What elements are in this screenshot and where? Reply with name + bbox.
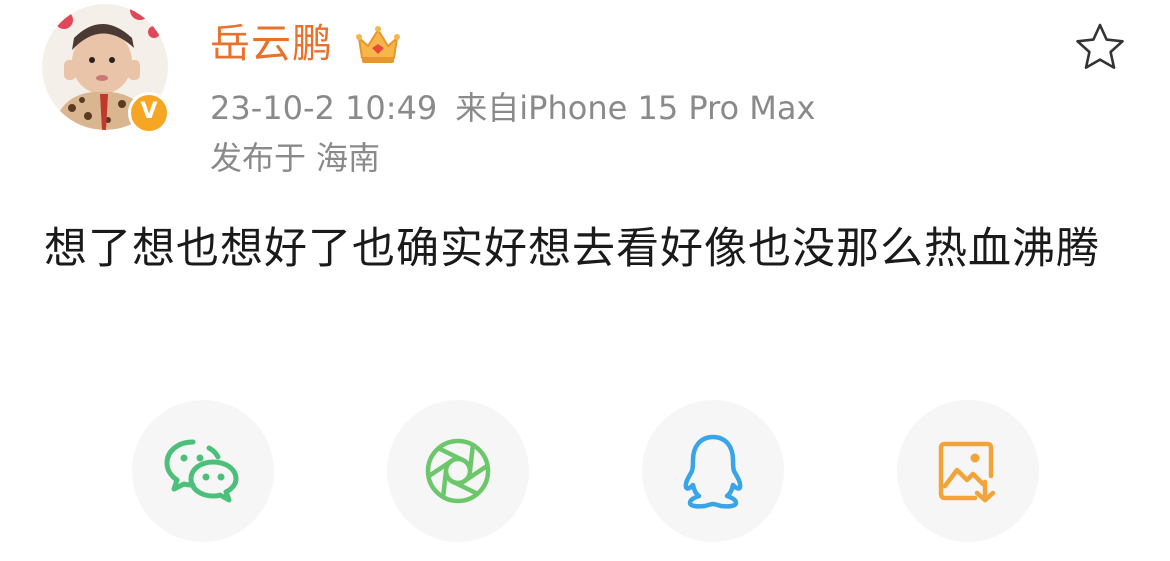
verified-badge: V (128, 92, 170, 134)
wechat-icon (164, 439, 239, 503)
share-wechat-button[interactable] (132, 400, 274, 542)
post-source: 来自iPhone 15 Pro Max (455, 89, 816, 127)
share-qq-button[interactable] (642, 400, 784, 542)
post-text: 想了想也想好了也确实好想去看好像也没那么热血沸腾 (44, 224, 1100, 274)
save-image-icon (938, 441, 996, 503)
author-name[interactable]: 岳云鹏 (210, 16, 333, 72)
verified-mark: V (140, 99, 158, 124)
post-location-line: 发布于 海南 (210, 134, 380, 182)
location-prefix: 发布于 (210, 139, 307, 177)
moments-icon (425, 438, 491, 504)
qq-icon (683, 434, 743, 509)
post-location: 海南 (316, 139, 381, 177)
share-moments-button[interactable] (387, 400, 529, 542)
save-image-button[interactable] (897, 400, 1039, 542)
star-icon[interactable] (1074, 22, 1126, 72)
crown-icon (356, 26, 400, 63)
post-meta: 23-10-2 10:49 来自iPhone 15 Pro Max (210, 84, 815, 132)
post-timestamp: 23-10-2 10:49 (210, 89, 438, 127)
